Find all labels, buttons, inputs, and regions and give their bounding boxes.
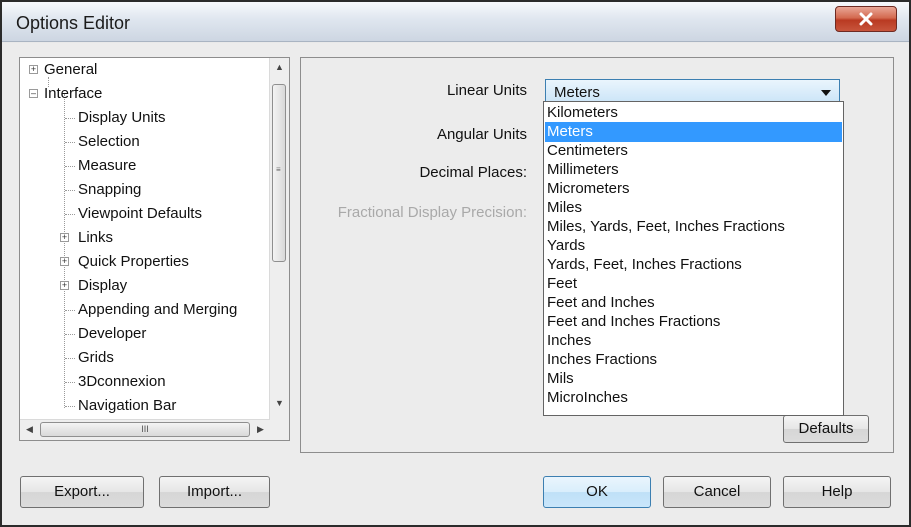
tree-item-label: Snapping: [78, 181, 142, 198]
title-bar[interactable]: Options Editor: [2, 2, 909, 42]
tree-horizontal-scrollbar[interactable]: ◀ III ▶: [20, 419, 270, 440]
tree-connector: [65, 166, 75, 167]
tree-item-label: Measure: [78, 157, 137, 174]
linear-units-value: Meters: [554, 84, 600, 101]
expand-icon[interactable]: +: [60, 281, 69, 290]
tree-connector: [65, 190, 75, 191]
close-button[interactable]: [835, 6, 897, 32]
tree-rows: + General – Interface Display Units Sele…: [20, 58, 270, 420]
tree-item-label: General: [44, 61, 98, 78]
tree-item-label: Navigation Bar: [78, 397, 177, 414]
tree-item-label: Interface: [44, 85, 103, 102]
scroll-down-icon[interactable]: ▼: [275, 398, 284, 408]
expand-icon[interactable]: +: [60, 233, 69, 242]
option-millimeters[interactable]: Millimeters: [545, 160, 842, 180]
tree-connector: [65, 142, 75, 143]
option-yards[interactable]: Yards: [545, 236, 842, 256]
option-feet-and-inches[interactable]: Feet and Inches: [545, 293, 842, 313]
option-micrometers[interactable]: Micrometers: [545, 179, 842, 199]
scrollbar-corner: [270, 420, 289, 440]
option-mils[interactable]: Mils: [545, 369, 842, 389]
tree-connector: [65, 382, 75, 383]
expand-icon[interactable]: +: [60, 257, 69, 266]
option-miles-yards-feet-inches-fractions[interactable]: Miles, Yards, Feet, Inches Fractions: [545, 217, 842, 237]
help-button[interactable]: Help: [783, 476, 891, 508]
linear-units-options-list[interactable]: Kilometers Meters Centimeters Millimeter…: [543, 101, 844, 416]
options-tree: + General – Interface Display Units Sele…: [19, 57, 290, 441]
option-yards-feet-inches-fractions[interactable]: Yards, Feet, Inches Fractions: [545, 255, 842, 275]
defaults-button[interactable]: Defaults: [783, 415, 869, 443]
tree-connector: [65, 214, 75, 215]
tree-connector: [65, 118, 75, 119]
tree-connector: [65, 310, 75, 311]
window-title: Options Editor: [16, 13, 131, 33]
tree-item-label: Display: [78, 277, 128, 294]
tree-item-label: Viewpoint Defaults: [78, 205, 202, 222]
option-meters[interactable]: Meters: [545, 122, 842, 142]
linear-units-label: Linear Units: [446, 82, 527, 99]
import-button[interactable]: Import...: [159, 476, 270, 508]
tree-item-label: Grids: [78, 349, 114, 366]
tree-item-label: Quick Properties: [78, 253, 189, 270]
option-kilometers[interactable]: Kilometers: [545, 103, 842, 123]
tree-connector: [65, 334, 75, 335]
option-miles[interactable]: Miles: [545, 198, 842, 218]
close-icon: [859, 12, 873, 26]
collapse-icon[interactable]: –: [29, 89, 38, 98]
cancel-button[interactable]: Cancel: [663, 476, 771, 508]
scroll-right-icon[interactable]: ▶: [257, 424, 264, 435]
angular-units-label: Angular Units: [436, 126, 527, 143]
tree-item-label: Links: [78, 229, 114, 246]
option-feet[interactable]: Feet: [545, 274, 842, 294]
tree-item-label: 3Dconnexion: [78, 373, 166, 390]
horizontal-scroll-thumb[interactable]: III: [40, 422, 250, 437]
ok-button[interactable]: OK: [543, 476, 651, 508]
vertical-scroll-thumb[interactable]: ≡: [272, 84, 286, 262]
export-button[interactable]: Export...: [20, 476, 144, 508]
option-inches-fractions[interactable]: Inches Fractions: [545, 350, 842, 370]
expand-icon[interactable]: +: [29, 65, 38, 74]
tree-connector: [65, 358, 75, 359]
option-inches[interactable]: Inches: [545, 331, 842, 351]
option-feet-and-inches-fractions[interactable]: Feet and Inches Fractions: [545, 312, 842, 332]
decimal-places-label: Decimal Places:: [419, 164, 527, 181]
scroll-grip: III: [141, 424, 149, 434]
dropdown-arrow-icon[interactable]: [821, 90, 831, 96]
fractional-precision-label: Fractional Display Precision:: [337, 204, 527, 221]
tree-vertical-scrollbar[interactable]: ▲ ≡ ▼: [269, 58, 289, 420]
scroll-up-icon[interactable]: ▲: [275, 62, 284, 72]
scroll-left-icon[interactable]: ◀: [26, 424, 33, 435]
option-centimeters[interactable]: Centimeters: [545, 141, 842, 161]
tree-item-label: Display Units: [78, 109, 166, 126]
tree-item-label: Developer: [78, 325, 147, 342]
tree-connector: [65, 406, 75, 407]
tree-item-label: Appending and Merging: [78, 301, 238, 318]
option-microinches[interactable]: MicroInches: [545, 388, 842, 408]
tree-item-label: Selection: [78, 133, 140, 150]
